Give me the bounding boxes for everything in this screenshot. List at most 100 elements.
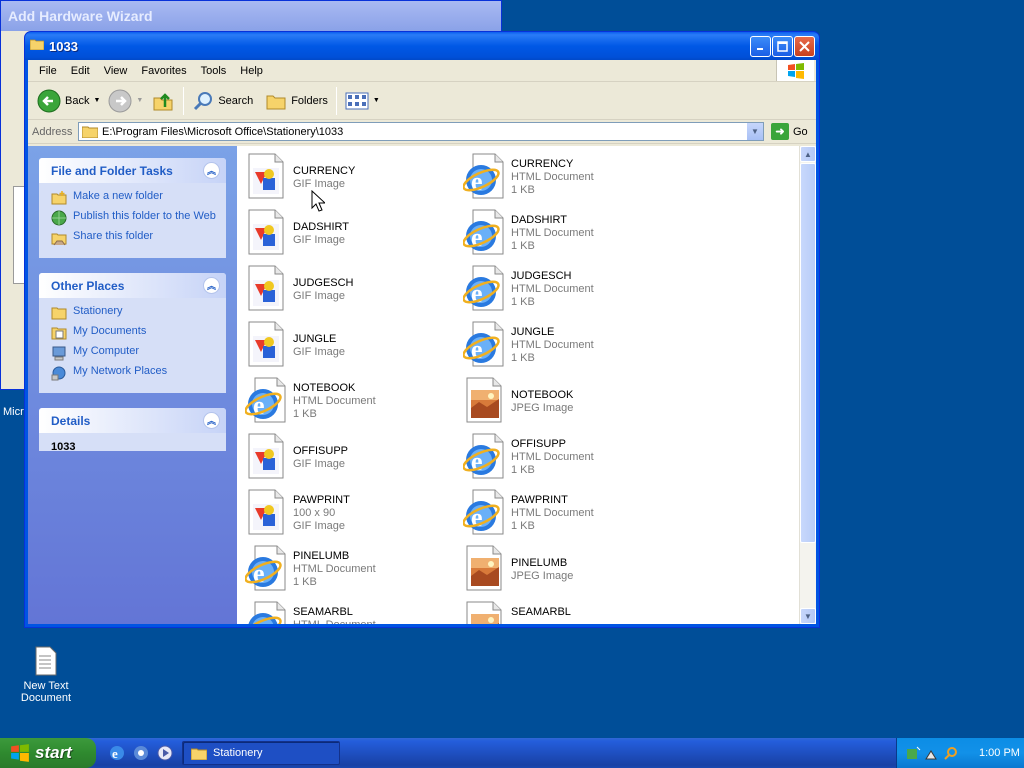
place-my-network-places[interactable]: My Network Places <box>51 365 216 381</box>
address-value: E:\Program Files\Microsoft Office\Statio… <box>102 125 344 138</box>
menu-edit[interactable]: Edit <box>64 65 97 77</box>
file-item[interactable]: JUNGLE GIF Image <box>245 318 455 374</box>
maximize-icon <box>777 41 788 52</box>
html-file-icon: e <box>462 320 505 368</box>
file-text: PINELUMB JPEG Image <box>511 542 573 583</box>
back-button[interactable]: Back ▼ <box>33 86 104 116</box>
address-field[interactable]: E:\Program Files\Microsoft Office\Statio… <box>78 122 764 141</box>
menu-tools[interactable]: Tools <box>194 65 234 77</box>
file-item[interactable]: e NOTEBOOK HTML Document 1 KB <box>244 374 455 430</box>
gif-file-icon <box>245 320 287 368</box>
address-dropdown-button[interactable]: ▼ <box>746 123 763 140</box>
start-button[interactable]: start <box>0 738 96 768</box>
file-text: NOTEBOOK HTML Document 1 KB <box>293 374 376 421</box>
menu-file[interactable]: File <box>32 65 64 77</box>
file-item[interactable]: SEAMARBL <box>463 598 673 624</box>
panel-header[interactable]: Other Places ︽ <box>39 273 226 298</box>
file-text: PINELUMB HTML Document 1 KB <box>293 542 376 589</box>
file-item[interactable]: PINELUMB JPEG Image <box>463 542 673 598</box>
folders-button[interactable]: Folders <box>261 86 332 116</box>
title-bar[interactable]: 1033 <box>25 32 819 60</box>
file-item[interactable]: OFFISUPP GIF Image <box>245 430 455 486</box>
place-my-documents[interactable]: My Documents <box>51 325 216 341</box>
file-detail: GIF Image <box>293 234 345 246</box>
go-button[interactable]: ➜ Go <box>771 123 808 140</box>
file-detail: 1 KB <box>293 576 317 588</box>
tray-icons <box>905 745 959 761</box>
file-detail: 1 KB <box>293 408 317 420</box>
media-player-icon[interactable] <box>156 744 174 762</box>
forward-button[interactable]: ▼ <box>104 86 147 116</box>
file-text: NOTEBOOK JPEG Image <box>511 374 573 415</box>
file-name: JUDGESCH <box>293 277 354 289</box>
vertical-scrollbar[interactable]: ▲ ▼ <box>799 146 816 624</box>
close-button[interactable] <box>794 36 815 57</box>
file-name: DADSHIRT <box>511 214 568 226</box>
desktop-label-fragment: Micr <box>3 406 24 418</box>
file-item[interactable]: PAWPRINT 100 x 90 GIF Image <box>245 486 455 542</box>
wizard-title: Add Hardware Wizard <box>1 1 501 31</box>
panel-header[interactable]: Details ︽ <box>39 408 226 433</box>
file-item[interactable]: CURRENCY GIF Image <box>245 150 455 206</box>
file-item[interactable]: e PINELUMB HTML Document 1 KB <box>244 542 455 598</box>
task-publish-to-web[interactable]: Publish this folder to the Web <box>51 210 216 226</box>
panel-header[interactable]: File and Folder Tasks ︽ <box>39 158 226 183</box>
folder-icon <box>191 748 207 760</box>
file-list[interactable]: CURRENCY GIF Image e CURRENCY HTML Document 1… <box>237 146 816 624</box>
file-text: JUNGLE GIF Image <box>293 318 345 359</box>
file-name: CURRENCY <box>511 158 574 170</box>
file-item[interactable]: DADSHIRT GIF Image <box>245 206 455 262</box>
file-item[interactable]: e PAWPRINT HTML Document 1 KB <box>462 486 673 542</box>
desktop-icon-new-text-document[interactable]: New Text Document <box>14 646 78 704</box>
internet-explorer-icon[interactable]: e <box>108 744 126 762</box>
html-file-icon: e <box>462 264 505 312</box>
task-make-new-folder[interactable]: Make a new folder <box>51 190 216 206</box>
forward-dropdown-icon[interactable]: ▼ <box>136 97 143 104</box>
task-share-folder[interactable]: Share this folder <box>51 230 216 246</box>
maximize-button[interactable] <box>772 36 793 57</box>
up-folder-button[interactable] <box>147 86 179 116</box>
explorer-window[interactable]: 1033 File Edit View Favorites Tools Help… <box>24 31 820 628</box>
file-item[interactable]: JUDGESCH GIF Image <box>245 262 455 318</box>
views-button[interactable]: ▼ <box>341 86 384 116</box>
collapse-chevron-icon[interactable]: ︽ <box>203 412 220 429</box>
back-label: Back <box>65 94 90 107</box>
taskbar-item-stationery[interactable]: Stationery <box>182 741 340 765</box>
system-tray: 1:00 PM <box>896 738 1024 768</box>
file-text: OFFISUPP GIF Image <box>293 430 348 471</box>
search-button[interactable]: Search <box>188 86 257 116</box>
place-my-computer[interactable]: My Computer <box>51 345 216 361</box>
file-item[interactable]: e JUNGLE HTML Document 1 KB <box>462 318 673 374</box>
safely-remove-hardware-icon[interactable] <box>905 745 921 761</box>
minimize-button[interactable] <box>750 36 771 57</box>
scroll-down-button[interactable]: ▼ <box>800 608 816 624</box>
my-computer-icon <box>52 346 66 361</box>
file-detail: 1 KB <box>511 520 535 532</box>
place-stationery[interactable]: Stationery <box>51 305 216 321</box>
task-pane: File and Folder Tasks ︽ Make a new folde… <box>28 146 237 624</box>
network-places-icon <box>51 366 66 381</box>
menu-help[interactable]: Help <box>233 65 270 77</box>
toolbar-separator <box>335 86 337 115</box>
views-dropdown-icon[interactable]: ▼ <box>373 97 380 104</box>
collapse-chevron-icon[interactable]: ︽ <box>203 277 220 294</box>
back-dropdown-icon[interactable]: ▼ <box>93 97 100 104</box>
file-detail: HTML Document <box>511 507 594 519</box>
file-item[interactable]: e CURRENCY HTML Document 1 KB <box>462 150 673 206</box>
file-item[interactable]: e JUDGESCH HTML Document 1 KB <box>462 262 673 318</box>
menu-favorites[interactable]: Favorites <box>134 65 193 77</box>
scroll-up-button[interactable]: ▲ <box>800 146 816 162</box>
file-item[interactable]: eSEAMARBLHTML Document <box>244 598 455 624</box>
scroll-thumb[interactable] <box>800 163 816 543</box>
file-item[interactable]: e OFFISUPP HTML Document 1 KB <box>462 430 673 486</box>
panel-body: Make a new folder Publish this folder to… <box>39 183 226 258</box>
menu-view[interactable]: View <box>97 65 135 77</box>
collapse-chevron-icon[interactable]: ︽ <box>203 162 220 179</box>
file-detail: JPEG Image <box>511 402 574 414</box>
network-connection-icon[interactable] <box>924 745 940 761</box>
gif-file-icon <box>245 488 287 536</box>
outlook-express-icon[interactable] <box>132 744 150 762</box>
file-item[interactable]: NOTEBOOK JPEG Image <box>463 374 673 430</box>
search-tray-icon[interactable] <box>943 745 959 761</box>
file-item[interactable]: e DADSHIRT HTML Document 1 KB <box>462 206 673 262</box>
